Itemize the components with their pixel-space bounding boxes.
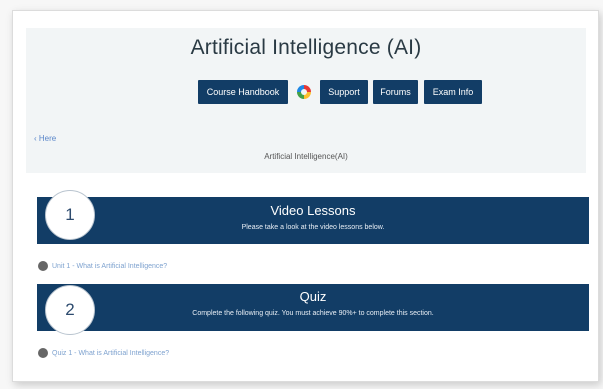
loading-spinner-icon: [297, 85, 311, 99]
section-description: Complete the following quiz. You must ac…: [192, 310, 434, 317]
support-button[interactable]: Support: [320, 80, 368, 104]
section-title: Video Lessons: [270, 203, 356, 218]
step-number-badge: 2: [45, 285, 95, 335]
step-number-badge: 1: [45, 190, 95, 240]
list-item[interactable]: Quiz 1 - What is Artificial Intelligence…: [38, 348, 169, 358]
course-handbook-button[interactable]: Course Handbook: [198, 80, 288, 104]
circle-icon: [38, 261, 48, 271]
video-lessons-banner: Video Lessons Please take a look at the …: [37, 197, 589, 244]
list-item[interactable]: Unit 1 - What is Artificial Intelligence…: [38, 261, 167, 271]
breadcrumb: Artificial Intelligence(AI): [264, 152, 348, 161]
back-link[interactable]: ‹ Here: [34, 134, 56, 143]
course-header: Artificial Intelligence (AI) Course Hand…: [26, 28, 586, 173]
quiz-link[interactable]: Quiz 1 - What is Artificial Intelligence…: [52, 350, 169, 357]
section-description: Please take a look at the video lessons …: [241, 224, 385, 231]
quiz-banner: Quiz Complete the following quiz. You mu…: [37, 284, 589, 331]
forums-button[interactable]: Forums: [373, 80, 418, 104]
section-title: Quiz: [299, 289, 327, 304]
page-title: Artificial Intelligence (AI): [190, 36, 422, 59]
unit-link[interactable]: Unit 1 - What is Artificial Intelligence…: [52, 263, 167, 270]
exam-info-button[interactable]: Exam Info: [424, 80, 482, 104]
circle-icon: [38, 348, 48, 358]
